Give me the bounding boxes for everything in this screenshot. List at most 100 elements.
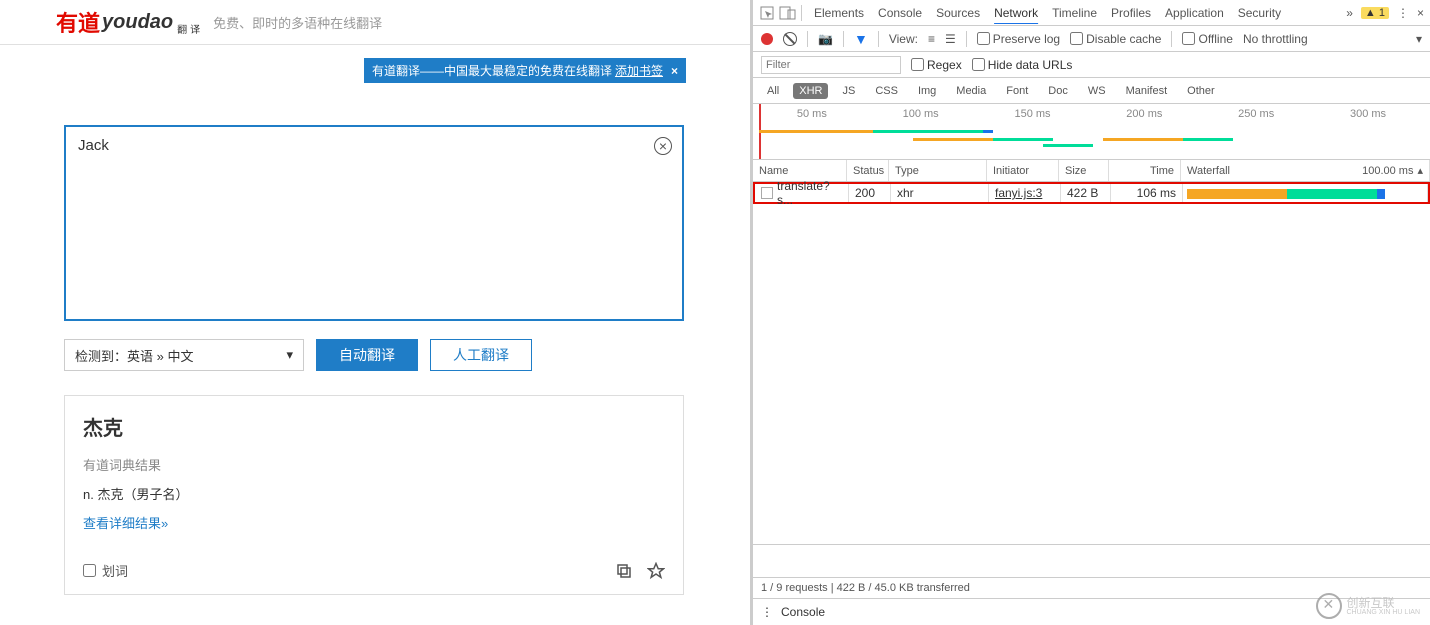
huaci-checkbox[interactable] [83,564,96,577]
result-panel: 杰克 有道词典结果 n. 杰克（男子名） 查看详细结果» 划词 [64,395,684,595]
filter-input[interactable] [761,56,901,74]
waterfall-bar [1287,189,1377,199]
star-icon[interactable] [647,562,665,580]
filter-manifest[interactable]: Manifest [1120,83,1174,99]
timeline-bar [993,138,1053,141]
view-label: View: [889,32,918,46]
app-header: 有道 youdao 翻译 免费、即时的多语种在线翻译 [0,0,750,45]
clear-log-icon[interactable] [783,32,797,46]
kebab-icon[interactable]: ⋮ [761,605,773,619]
filter-img[interactable]: Img [912,83,942,99]
filter-xhr[interactable]: XHR [793,83,828,99]
timeline-lines [753,126,1430,156]
filter-css[interactable]: CSS [869,83,904,99]
timeline-bar [1183,138,1233,141]
cell-time: 106 ms [1111,184,1183,202]
timeline-bar [983,130,993,133]
main-area: Jack 检测到：英语 » 中文 ▾ 自动翻译 人工翻译 杰克 有道词典结果 n… [0,45,750,595]
grid-empty [753,204,1430,544]
separator [843,31,844,47]
timeline-bar [1043,144,1093,147]
cell-initiator[interactable]: fanyi.js:3 [989,184,1061,202]
tab-sources[interactable]: Sources [936,6,980,20]
more-tabs-icon[interactable]: » [1346,6,1353,20]
filter-js[interactable]: JS [836,83,861,99]
large-rows-icon[interactable]: ≡ [928,32,935,46]
col-status[interactable]: Status [847,160,889,181]
tab-timeline[interactable]: Timeline [1052,6,1097,20]
col-size[interactable]: Size [1059,160,1109,181]
offline[interactable]: Offline [1182,32,1232,46]
manual-translate-button[interactable]: 人工翻译 [430,339,532,371]
timeline-tick: 100 ms [903,108,939,120]
language-select[interactable]: 检测到：英语 » 中文 ▾ [64,339,304,371]
clear-icon[interactable] [654,137,672,155]
filter-media[interactable]: Media [950,83,992,99]
tab-application[interactable]: Application [1165,6,1224,20]
banner-text: 有道翻译——中国最大最稳定的免费在线翻译 [372,62,612,79]
language-label: 检测到：英语 » 中文 [75,346,193,365]
cell-waterfall [1183,184,1428,202]
banner-link[interactable]: 添加书签 [615,62,663,79]
tab-console[interactable]: Console [878,6,922,20]
tab-security[interactable]: Security [1238,6,1281,20]
filter-other[interactable]: Other [1181,83,1221,99]
filter-all[interactable]: All [761,83,785,99]
definition: n. 杰克（男子名） [83,484,665,503]
regex-toggle[interactable]: Regex [911,58,962,72]
capture-screenshot-icon[interactable]: 📷 [818,32,833,46]
watermark-icon [1316,593,1342,619]
type-filters: All XHR JS CSS Img Media Font Doc WS Manifest Othe… [753,78,1430,104]
record-icon[interactable] [761,33,773,45]
inspect-icon[interactable] [759,5,775,21]
col-waterfall[interactable]: Waterfall 100.00 ms ▴ [1181,160,1430,181]
close-icon[interactable]: × [1417,6,1424,20]
separator [878,31,879,47]
network-row[interactable]: translate?s... 200 xhr fanyi.js:3 422 B … [753,182,1430,204]
chevron-down-icon[interactable]: ▾ [1416,32,1422,46]
waterfall-bar [1187,189,1287,199]
result-word: 杰克 [83,412,665,441]
disable-cache[interactable]: Disable cache [1070,32,1161,46]
preserve-log[interactable]: Preserve log [977,32,1060,46]
drawer-tab-console[interactable]: Console [781,605,825,619]
timeline-tick: 50 ms [797,108,827,120]
copy-icon[interactable] [615,562,633,580]
kebab-icon[interactable]: ⋮ [1397,6,1409,20]
input-text: Jack [78,137,109,154]
col-name[interactable]: Name [753,160,847,181]
col-type[interactable]: Type [889,160,987,181]
filter-doc[interactable]: Doc [1042,83,1074,99]
cell-type: xhr [891,184,989,202]
huaci-toggle[interactable]: 划词 [83,561,128,580]
timeline-tick: 300 ms [1350,108,1386,120]
cell-status: 200 [849,184,891,202]
col-time[interactable]: Time [1109,160,1181,181]
timeline-tick: 150 ms [1014,108,1050,120]
overview-icon[interactable]: ☰ [945,32,956,46]
tab-network[interactable]: Network [994,6,1038,20]
logo-pinyin: youdao [102,11,173,34]
warning-badge[interactable]: ▲ 1 [1361,7,1389,19]
tab-profiles[interactable]: Profiles [1111,6,1151,20]
filter-ws[interactable]: WS [1082,83,1112,99]
timeline[interactable]: 50 ms100 ms150 ms200 ms250 ms300 ms [753,104,1430,160]
throttling-select[interactable]: No throttling [1243,32,1308,46]
filter-icon[interactable]: ▼ [854,31,868,47]
watermark-line2: CHUANG XIN HU LIAN [1346,609,1420,616]
more-link[interactable]: 查看详细结果» [83,513,168,532]
timeline-bar [913,138,993,141]
translate-input[interactable]: Jack [64,125,684,321]
file-icon [761,187,773,199]
separator [1171,31,1172,47]
filter-font[interactable]: Font [1000,83,1034,99]
device-icon[interactable] [779,5,797,21]
banner-close-icon[interactable]: × [671,64,678,78]
timeline-ticks: 50 ms100 ms150 ms200 ms250 ms300 ms [753,108,1430,120]
auto-translate-button[interactable]: 自动翻译 [316,339,418,371]
devtools-tabs: Elements Console Sources Network Timeline Pro… [814,6,1281,20]
col-initiator[interactable]: Initiator [987,160,1059,181]
hide-data-urls[interactable]: Hide data URLs [972,58,1073,72]
tab-elements[interactable]: Elements [814,6,864,20]
timeline-bar [873,130,983,133]
